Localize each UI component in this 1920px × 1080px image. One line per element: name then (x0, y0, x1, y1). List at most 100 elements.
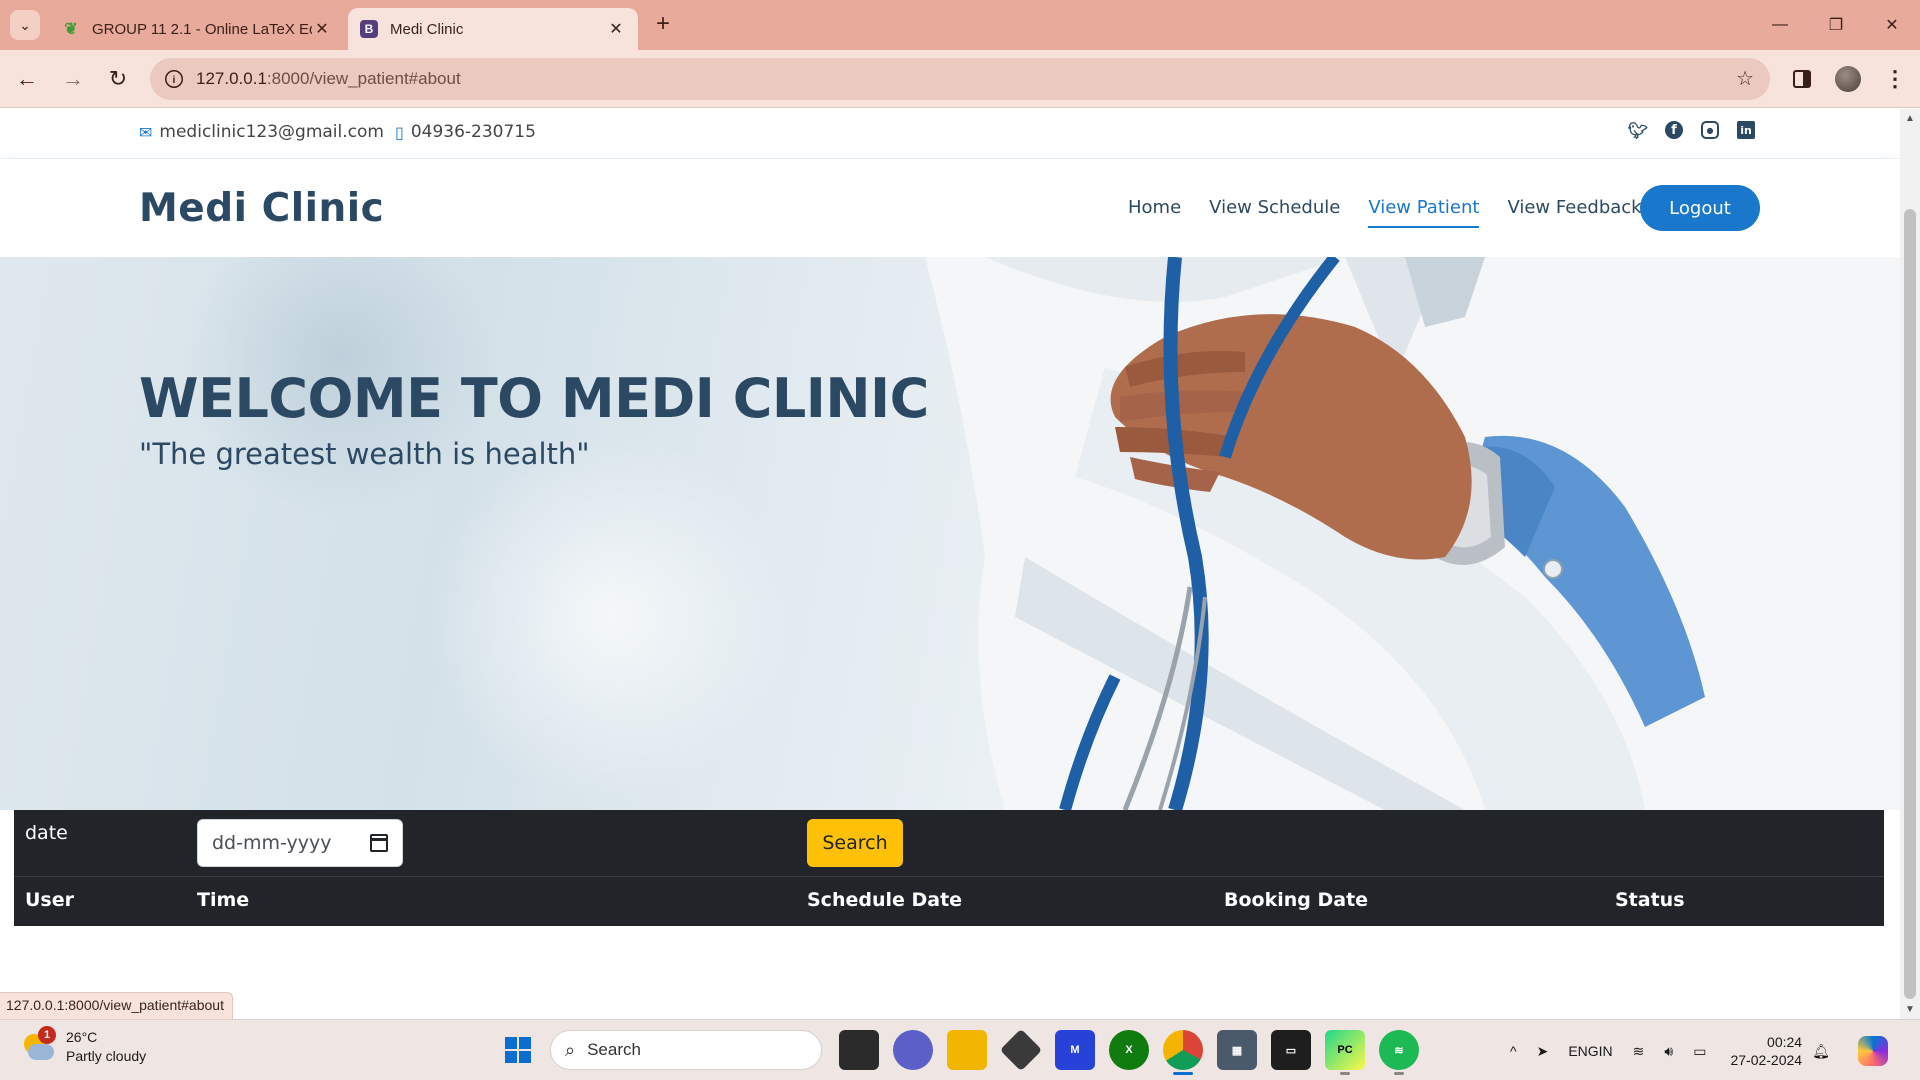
url-path: :8000/view_patient#about (266, 69, 461, 88)
volume-icon[interactable]: 🔊︎ (1664, 1043, 1673, 1060)
linkedin-icon[interactable]: in (1737, 121, 1755, 139)
hero-subtitle: "The greatest wealth is health" (139, 437, 590, 471)
contact-phone: ▯ 04936-230715 (395, 122, 536, 142)
nav-view-feedback[interactable]: View Feedback (1507, 197, 1641, 224)
browser-tab-overleaf[interactable]: ❦ GROUP 11 2.1 - Online LaTeX Ed ✕ (50, 8, 344, 50)
pycharm-icon[interactable]: PC (1325, 1030, 1365, 1075)
facebook-icon[interactable]: f (1665, 121, 1683, 139)
instagram-icon[interactable]: ● (1701, 121, 1719, 139)
restore-icon[interactable]: ❐ (1808, 0, 1864, 50)
scroll-down-icon[interactable]: ▼ (1905, 1004, 1915, 1015)
twitter-icon[interactable]: 🐦︎ (1628, 121, 1648, 140)
xbox-icon[interactable]: X (1109, 1030, 1149, 1070)
cube-app-icon[interactable] (999, 1028, 1043, 1072)
calculator-icon[interactable]: ▦ (1217, 1030, 1257, 1070)
notification-bell-icon[interactable]: 🔔︎ (1812, 1043, 1830, 1060)
nav-view-patient[interactable]: View Patient (1368, 197, 1480, 228)
windows-start-icon[interactable] (496, 1028, 540, 1072)
weather-temp: 26°C (66, 1029, 98, 1045)
chevron-down-icon: ⌄ (19, 16, 31, 33)
lang-line2: IN (1598, 1043, 1613, 1059)
patient-table: date dd-mm-yyyy Search User Time Schedul… (14, 810, 1884, 926)
contact-email: ✉ mediclinic123@gmail.com (139, 122, 384, 142)
taskbar-apps: ⌕ Search M X ▦ ▭ PC ≋ (496, 1028, 1426, 1075)
scrollbar-thumb[interactable] (1904, 209, 1916, 999)
lang-line1: ENG (1568, 1043, 1599, 1059)
teams-chat-icon[interactable] (893, 1030, 933, 1070)
forward-arrow-icon[interactable]: → (58, 64, 88, 94)
wifi-icon[interactable]: ≋ (1633, 1043, 1645, 1060)
date-input[interactable]: dd-mm-yyyy (197, 819, 403, 867)
kebab-menu-icon[interactable]: ⋮ (1880, 64, 1910, 94)
page-scrollbar[interactable]: ▲ ▼ (1900, 109, 1920, 1019)
column-header-status: Status (1615, 889, 1685, 911)
reload-icon[interactable]: ↻ (103, 64, 133, 94)
taskbar-search[interactable]: ⌕ Search (550, 1030, 822, 1070)
close-window-icon[interactable]: ✕ (1864, 0, 1920, 50)
table-header-row: User Time Schedule Date Booking Date Sta… (14, 877, 1884, 926)
battery-icon[interactable]: ▭ (1693, 1043, 1706, 1060)
back-arrow-icon[interactable]: ← (12, 64, 42, 94)
file-explorer-icon[interactable] (947, 1030, 987, 1070)
page-viewport: ✉ mediclinic123@gmail.com ▯ 04936-230715… (0, 109, 1900, 1019)
logout-button[interactable]: Logout (1640, 185, 1760, 231)
math-app-icon[interactable]: M (1055, 1030, 1095, 1070)
main-nav: Home View Schedule View Patient View Fee… (1128, 197, 1670, 228)
tab-title: Medi Clinic (390, 20, 464, 38)
clock[interactable]: 00:24 27-02-2024 (1730, 1033, 1802, 1069)
date-filter-row: date dd-mm-yyyy Search (14, 810, 1884, 877)
contact-topbar: ✉ mediclinic123@gmail.com ▯ 04936-230715… (0, 109, 1900, 159)
bookmark-star-icon[interactable]: ☆ (1736, 66, 1754, 91)
search-icon: ⌕ (565, 1039, 576, 1060)
show-hidden-icons-chevron-icon[interactable]: ^ (1510, 1043, 1517, 1059)
social-links: 🐦︎ f ● in (1628, 121, 1755, 140)
phone-text: 04936-230715 (410, 122, 536, 142)
chrome-icon[interactable] (1163, 1030, 1203, 1075)
site-header: Medi Clinic Home View Schedule View Pati… (0, 159, 1900, 257)
spotify-icon[interactable]: ≋ (1379, 1030, 1419, 1075)
browser-tab-bar: ⌄ ❦ GROUP 11 2.1 - Online LaTeX Ed ✕ B M… (0, 0, 1920, 50)
copilot-icon[interactable] (1857, 1036, 1888, 1066)
avatar (1835, 66, 1861, 92)
site-logo[interactable]: Medi Clinic (139, 186, 384, 231)
site-info-icon[interactable]: i (165, 70, 183, 88)
address-bar[interactable]: i 127.0.0.1:8000/view_patient#about ☆ (150, 58, 1770, 100)
tab-title: GROUP 11 2.1 - Online LaTeX Ed (92, 20, 312, 38)
doctor-hero-image (925, 257, 1900, 810)
hero-section: WELCOME TO MEDI CLINIC "The greatest wea… (0, 257, 1900, 810)
column-header-booking-date: Booking Date (1224, 889, 1369, 911)
browser-tab-medi-clinic[interactable]: B Medi Clinic ✕ (348, 8, 638, 50)
task-view-icon[interactable] (839, 1030, 879, 1070)
nav-view-schedule[interactable]: View Schedule (1209, 197, 1340, 224)
clock-time: 00:24 (1767, 1034, 1803, 1050)
mysql-terminal-icon[interactable]: ▭ (1271, 1030, 1311, 1070)
address-url[interactable]: 127.0.0.1:8000/view_patient#about (196, 69, 461, 89)
tab-search-dropdown-button[interactable]: ⌄ (10, 10, 40, 40)
url-host: 127.0.0.1 (196, 69, 267, 88)
search-button[interactable]: Search (807, 819, 903, 867)
side-panel-button[interactable] (1787, 64, 1817, 94)
phone-icon: ▯ (395, 122, 404, 142)
profile-button[interactable] (1833, 64, 1863, 94)
location-arrow-icon[interactable]: ➤ (1537, 1043, 1549, 1060)
calendar-icon[interactable] (370, 834, 388, 852)
close-tab-icon[interactable]: ✕ (606, 19, 626, 39)
scroll-up-icon[interactable]: ▲ (1905, 113, 1915, 124)
minimize-icon[interactable]: — (1752, 0, 1808, 50)
hero-title: WELCOME TO MEDI CLINIC (139, 367, 929, 430)
close-tab-icon[interactable]: ✕ (312, 19, 332, 39)
windows-taskbar: 1 26°C Partly cloudy ⌕ Search M X ▦ ▭ PC… (0, 1019, 1920, 1080)
date-label: date (25, 822, 68, 844)
notification-badge: 1 (38, 1026, 56, 1044)
window-controls: — ❐ ✕ (1752, 0, 1920, 50)
column-header-user: User (25, 889, 74, 911)
language-indicator[interactable]: ENG IN (1568, 1042, 1612, 1060)
column-header-time: Time (197, 889, 250, 911)
new-tab-button[interactable]: + (650, 12, 676, 38)
link-hover-status: 127.0.0.1:8000/view_patient#about (0, 992, 233, 1019)
weather-widget[interactable]: 1 26°C Partly cloudy (22, 1026, 146, 1066)
date-placeholder: dd-mm-yyyy (212, 832, 332, 854)
system-tray: ^ ➤ ENG IN ≋ 🔊︎ ▭ 00:24 27-02-2024 🔔︎ (1500, 1028, 1888, 1074)
nav-home[interactable]: Home (1128, 197, 1181, 224)
browser-toolbar: ← → ↻ i 127.0.0.1:8000/view_patient#abou… (0, 50, 1920, 108)
